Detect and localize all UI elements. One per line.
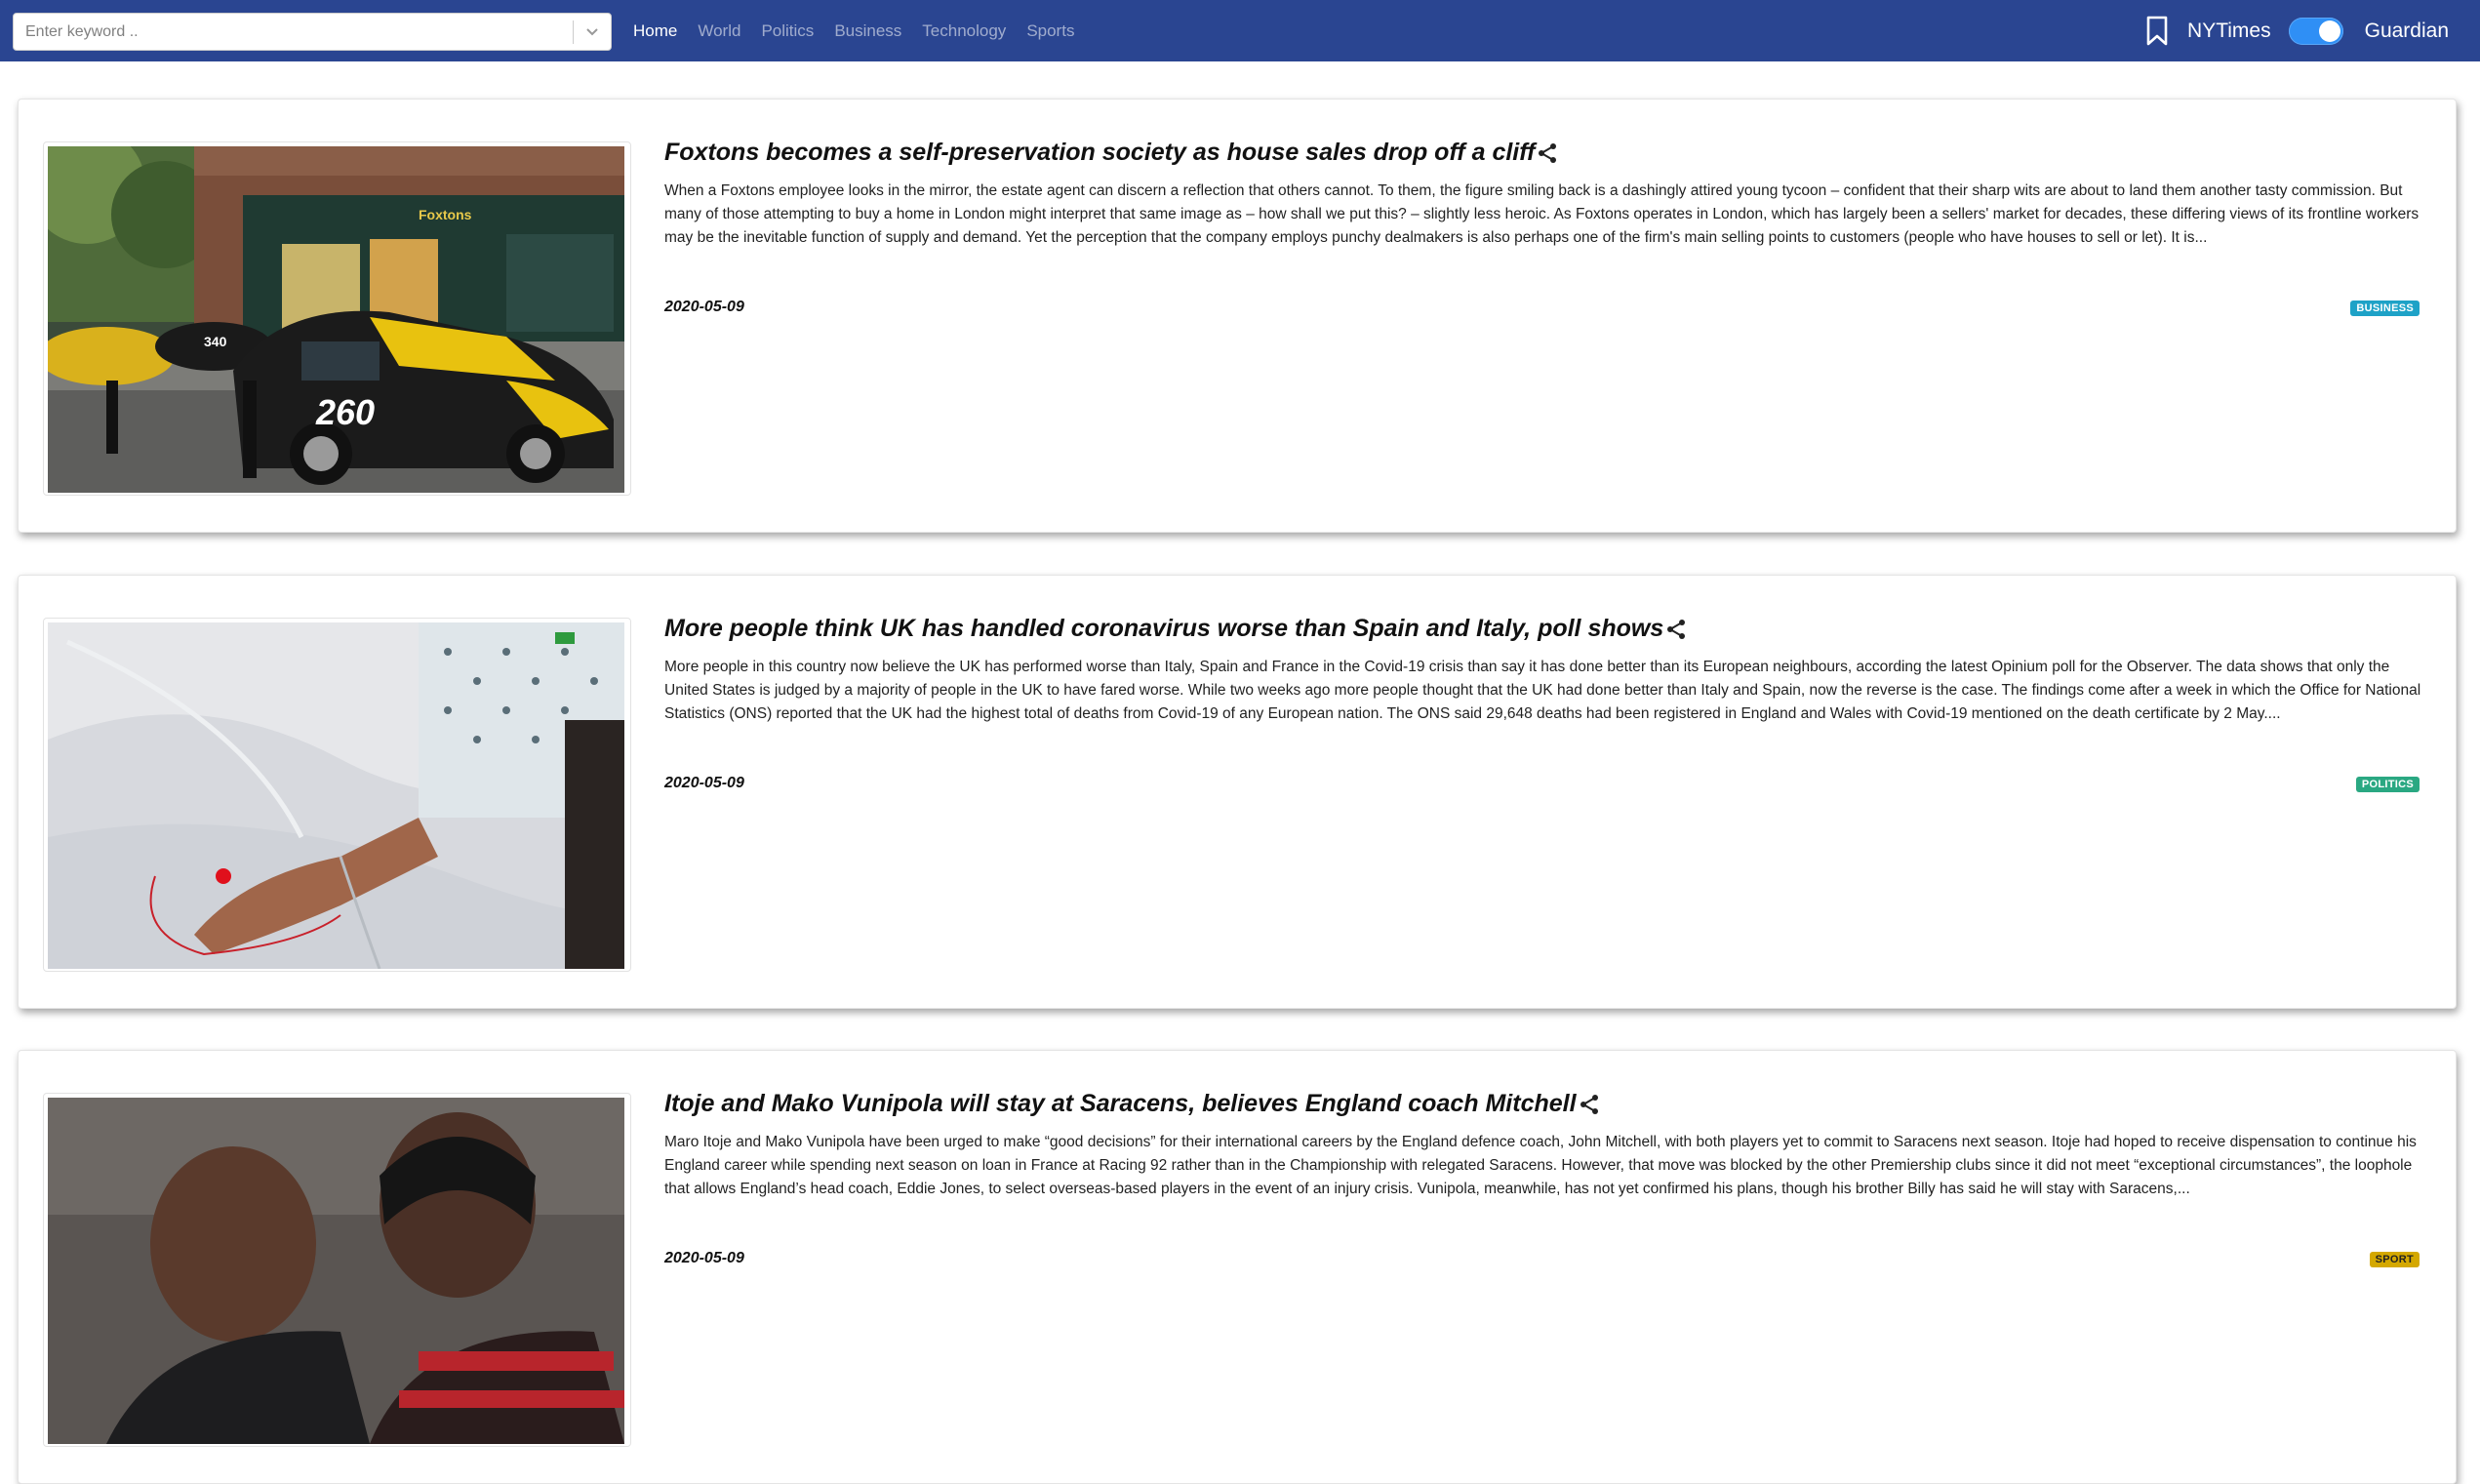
article-thumbnail	[43, 1093, 631, 1447]
hospital-patient-image	[48, 622, 624, 969]
share-icon[interactable]	[1537, 142, 1558, 164]
nav-link-politics[interactable]: Politics	[761, 21, 814, 41]
article-description: When a Foxtons employee looks in the mir…	[664, 182, 2420, 246]
article-date: 2020-05-09	[664, 299, 744, 315]
chevron-down-icon	[586, 27, 598, 35]
article-description: More people in this country now believe …	[664, 659, 2421, 722]
nav-links: Home World Politics Business Technology …	[633, 0, 1095, 61]
search-dropdown-toggle[interactable]	[574, 14, 611, 50]
rugby-players-image	[48, 1098, 624, 1444]
source-toggle-switch[interactable]	[2288, 17, 2343, 45]
article-title[interactable]: More people think UK has handled coronav…	[664, 615, 2420, 643]
car-number-2: 340	[204, 334, 227, 349]
share-icon[interactable]	[1665, 619, 1687, 640]
article-date: 2020-05-09	[664, 775, 744, 791]
article-thumbnail	[43, 618, 631, 972]
article-card[interactable]: Itoje and Mako Vunipola will stay at Sar…	[18, 1050, 2457, 1484]
nav-link-sports[interactable]: Sports	[1026, 21, 1074, 41]
article-card[interactable]: Foxtons 260 340 Foxtons becomes a self-p…	[18, 99, 2457, 533]
bookmark-icon[interactable]	[2144, 16, 2170, 47]
foxtons-street-image: Foxtons 260 340	[48, 146, 624, 493]
source-label-nytimes: NYTimes	[2187, 19, 2271, 42]
nav-link-home[interactable]: Home	[633, 21, 677, 41]
top-navbar: Home World Politics Business Technology …	[0, 0, 2480, 61]
nav-link-business[interactable]: Business	[834, 21, 901, 41]
toggle-knob	[2318, 20, 2340, 42]
section-badge: BUSINESS	[2350, 301, 2420, 316]
section-badge: SPORT	[2369, 1252, 2420, 1267]
nav-link-world[interactable]: World	[698, 21, 740, 41]
article-card[interactable]: More people think UK has handled coronav…	[18, 575, 2457, 1009]
section-badge: POLITICS	[2355, 777, 2420, 792]
article-title[interactable]: Itoje and Mako Vunipola will stay at Sar…	[664, 1090, 2420, 1118]
article-title-text[interactable]: Foxtons becomes a self-preservation soci…	[664, 139, 1535, 167]
article-description: Maro Itoje and Mako Vunipola have been u…	[664, 1134, 2417, 1197]
nav-link-technology[interactable]: Technology	[922, 21, 1006, 41]
source-switch-area: NYTimes Guardian	[2144, 0, 2449, 61]
share-icon[interactable]	[1579, 1094, 1600, 1115]
article-thumbnail: Foxtons 260 340	[43, 141, 631, 496]
shop-sign: Foxtons	[419, 207, 472, 222]
article-title-text[interactable]: Itoje and Mako Vunipola will stay at Sar…	[664, 1090, 1577, 1118]
search-input[interactable]	[14, 14, 573, 50]
article-date: 2020-05-09	[664, 1250, 744, 1266]
car-number: 260	[315, 392, 375, 432]
source-label-guardian: Guardian	[2364, 19, 2449, 42]
search-box[interactable]	[13, 13, 612, 51]
article-title[interactable]: Foxtons becomes a self-preservation soci…	[664, 139, 2420, 167]
article-title-text[interactable]: More people think UK has handled coronav…	[664, 615, 1663, 643]
